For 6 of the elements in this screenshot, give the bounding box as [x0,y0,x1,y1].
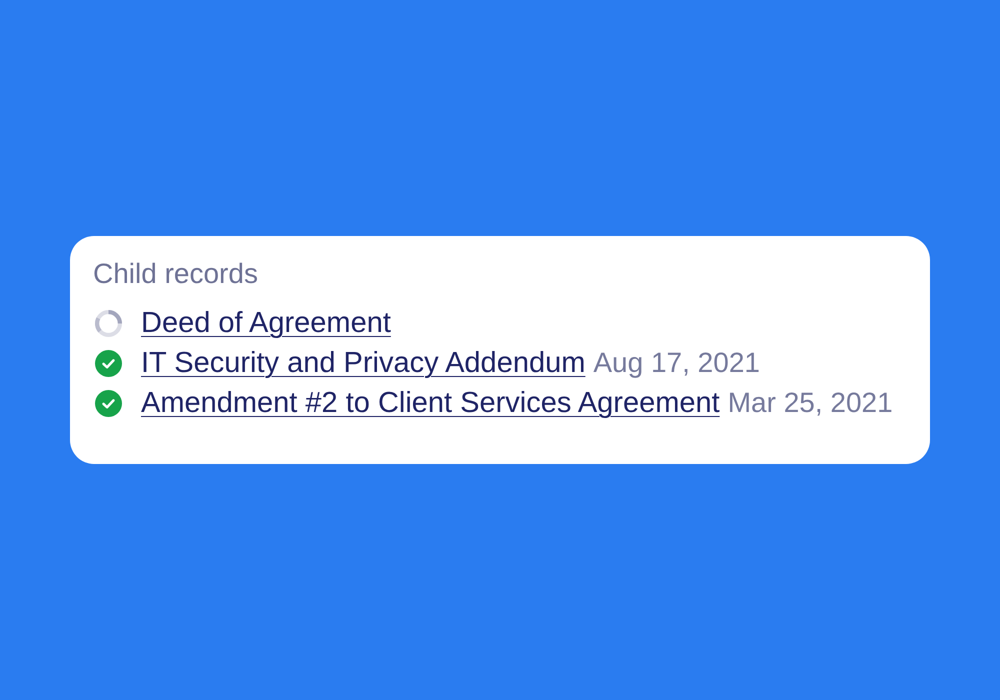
record-link[interactable]: IT Security and Privacy Addendum [141,345,586,381]
record-date: Aug 17, 2021 [593,346,760,380]
record-date: Mar 25, 2021 [728,386,893,420]
panel-title: Child records [93,258,259,290]
record-link[interactable]: Amendment #2 to Client Services Agreement [141,385,720,421]
record-link[interactable]: Deed of Agreement [141,305,391,341]
